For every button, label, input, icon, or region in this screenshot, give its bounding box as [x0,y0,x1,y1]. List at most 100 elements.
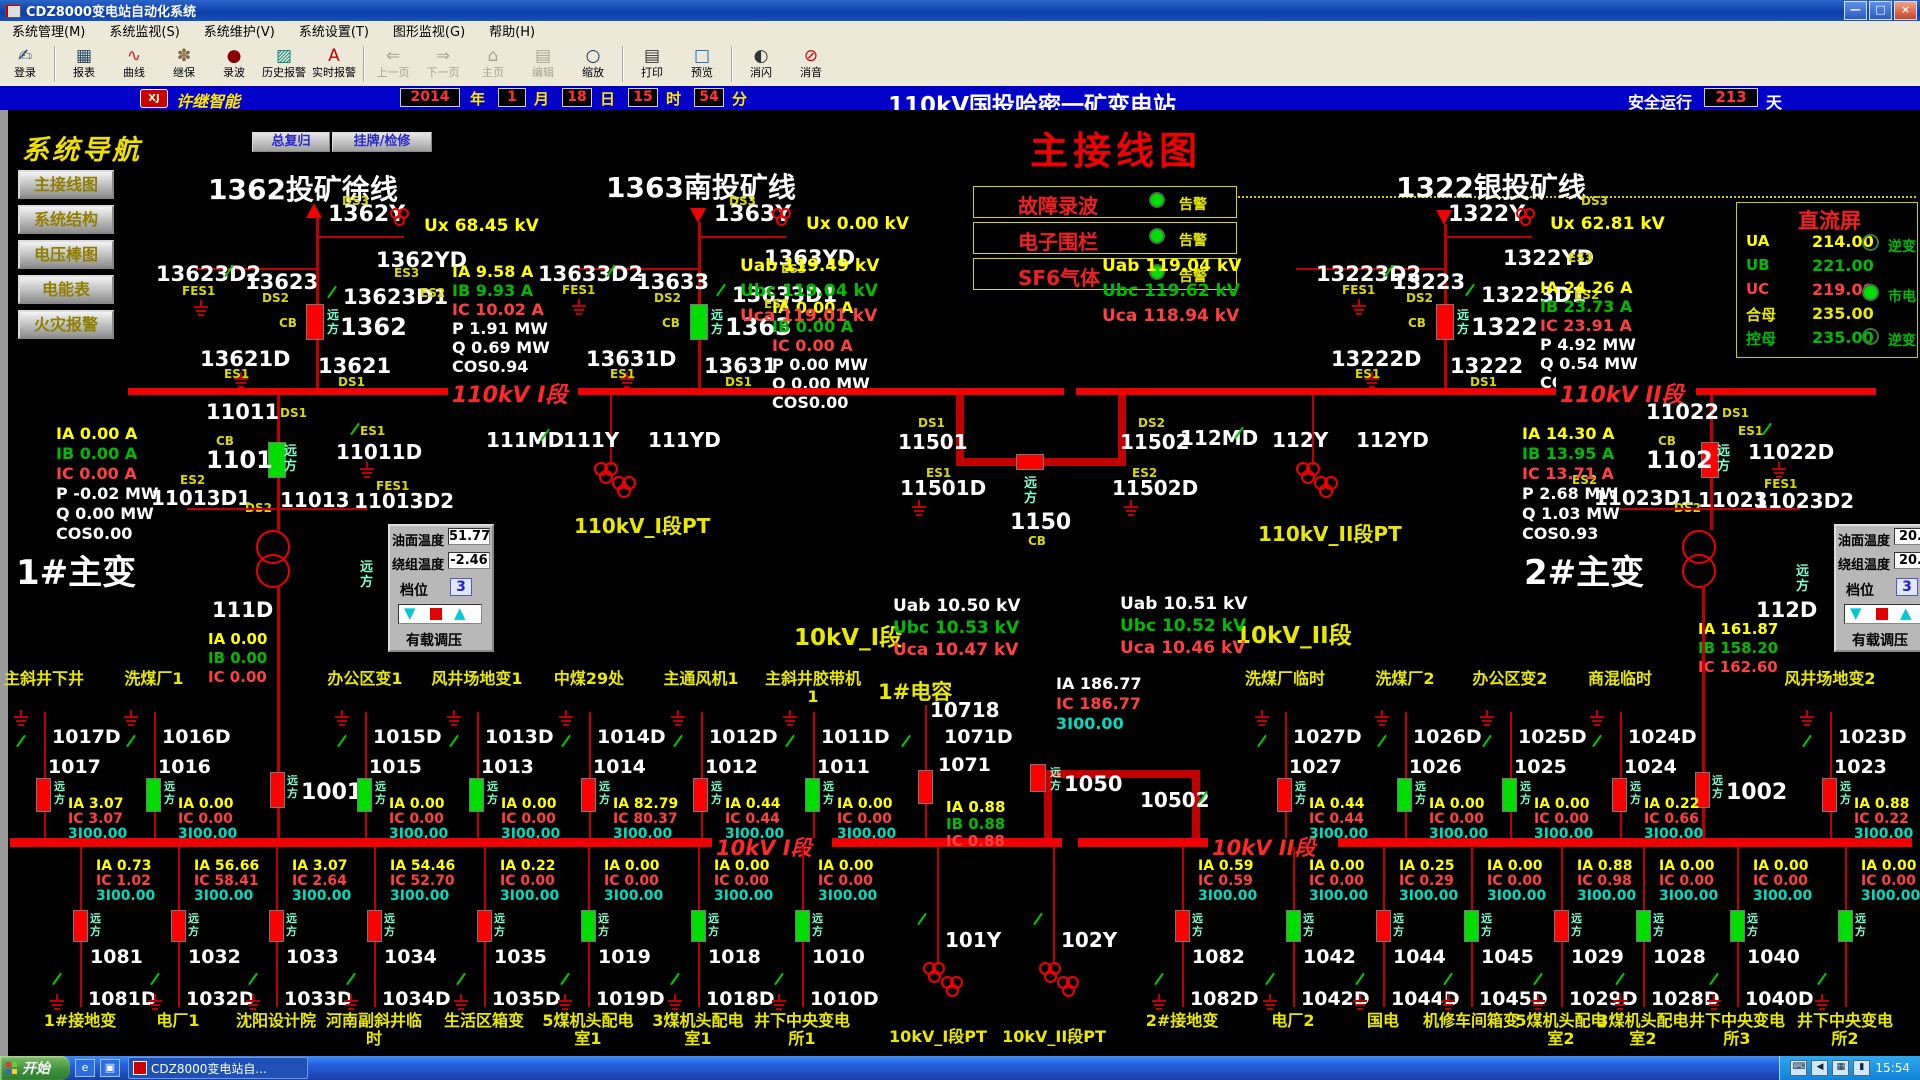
tap-down-button[interactable]: ▼ [404,604,416,622]
breaker-1071[interactable] [918,770,933,804]
disconnector-open-icon[interactable] [350,423,360,436]
menu-4[interactable]: 图形监视(G) [381,21,477,44]
sidebar-item-3[interactable]: 电压棒图 [18,240,114,269]
breaker-1028[interactable] [1636,910,1651,942]
minimize-button[interactable]: — [1844,1,1867,20]
sidebar-item-1[interactable]: 主接线图 [18,170,114,199]
maximize-button[interactable]: □ [1869,1,1892,20]
menu-5[interactable]: 帮助(H) [477,21,547,44]
disconnector-open-icon[interactable] [785,735,795,748]
toolbar-relay-button[interactable]: ✽继保 [159,44,209,79]
toolbar-report-button[interactable]: ▦报表 [59,44,109,79]
disconnector-open-icon[interactable] [248,973,258,986]
tap-down-button[interactable]: ▼ [1850,604,1862,622]
menu-1[interactable]: 系统监视(S) [97,21,191,44]
breaker-1034[interactable] [367,910,382,942]
breaker-1024[interactable] [1612,778,1627,812]
breaker-1040[interactable] [1730,910,1745,942]
tap-stop-button[interactable] [430,608,442,620]
database-tray-icon[interactable]: ▮ [1853,1060,1870,1076]
toolbar-mute-flash-button[interactable]: ◐消闪 [736,44,786,79]
breaker-1017[interactable] [36,778,51,812]
toolbar-mute-sound-button[interactable]: ⊘消音 [786,44,836,79]
menu-0[interactable]: 系统管理(M) [0,21,97,44]
toolbar-zoom-button[interactable]: ○缩放 [568,44,618,79]
keyboard-tray-icon[interactable]: ⌨ [1790,1060,1807,1076]
breaker-1082[interactable] [1175,910,1190,942]
disconnector-open-icon[interactable] [1355,973,1365,986]
disconnector-open-icon[interactable] [1817,973,1827,986]
disconnector-open-icon[interactable] [126,735,136,748]
disconnector-open-icon[interactable] [1443,973,1453,986]
breaker-1023[interactable] [1822,778,1837,812]
toolbar-login-button[interactable]: ✍登录 [0,44,50,79]
disconnector-open-icon[interactable] [52,973,62,986]
input-switch-tray-icon[interactable]: ◀ [1811,1060,1828,1076]
tap-up-button[interactable]: ▲ [1900,604,1912,622]
sidebar-item-4[interactable]: 电能表 [18,275,114,304]
breaker-x[interactable] [1838,910,1853,942]
disconnector-open-icon[interactable] [774,973,784,986]
tag-maintenance-button[interactable]: 挂牌/检修 [332,132,432,152]
disconnector-open-icon[interactable] [673,735,683,748]
disconnector-open-icon[interactable] [1257,735,1267,748]
breaker-1015[interactable] [357,778,372,812]
disconnector-open-icon[interactable] [560,973,570,986]
tap-stop-button[interactable] [1876,608,1888,620]
disconnector-open-icon[interactable] [670,973,680,986]
breaker-1013[interactable] [469,778,484,812]
tap-up-button[interactable]: ▲ [454,604,466,622]
breaker-1042[interactable] [1286,910,1301,942]
breaker-1014[interactable] [581,778,596,812]
breaker-1035[interactable] [477,910,492,942]
toolbar-realtime-alarm-button[interactable]: A实时报警 [309,44,359,79]
disconnector-open-icon[interactable] [1465,284,1475,297]
breaker-1032[interactable] [171,910,186,942]
breaker-1044[interactable] [1376,910,1391,942]
breaker-1011[interactable] [805,778,820,812]
disconnector-open-icon[interactable] [901,735,911,748]
menu-3[interactable]: 系统设置(T) [287,21,381,44]
disconnector-open-icon[interactable] [1762,423,1772,436]
breaker-1081[interactable] [73,910,88,942]
disconnector-open-icon[interactable] [16,735,26,748]
breaker-1012[interactable] [693,778,708,812]
breaker-1033[interactable] [269,910,284,942]
breaker-1027[interactable] [1277,778,1292,812]
breaker-1018[interactable] [691,910,706,942]
toolbar-wave-record-button[interactable]: ●录波 [209,44,259,79]
breaker-1016[interactable] [146,778,161,812]
network-tray-icon[interactable]: ▦ [1832,1060,1849,1076]
breaker-1029[interactable] [1554,910,1569,942]
disconnector-open-icon[interactable] [337,735,347,748]
close-button[interactable]: × [1894,1,1917,20]
breaker-1001[interactable] [270,772,285,808]
disconnector-open-icon[interactable] [1615,973,1625,986]
disconnector-open-icon[interactable] [561,735,571,748]
disconnector-open-icon[interactable] [150,973,160,986]
disconnector-open-icon[interactable] [1482,735,1492,748]
disconnector-open-icon[interactable] [917,913,927,926]
folder-icon[interactable]: ▣ [100,1059,120,1077]
breaker-1019[interactable] [581,910,596,942]
breaker-1050[interactable] [1030,764,1046,792]
disconnector-open-icon[interactable] [1377,735,1387,748]
disconnector-open-icon[interactable] [449,735,459,748]
disconnector-open-icon[interactable] [716,284,726,297]
disconnector-open-icon[interactable] [1033,913,1043,926]
sidebar-item-5[interactable]: 火灾报警 [18,310,114,339]
start-button[interactable]: 开始 [0,1056,70,1080]
disconnector-open-icon[interactable] [1154,973,1164,986]
disconnector-open-icon[interactable] [456,973,466,986]
disconnector-open-icon[interactable] [1265,973,1275,986]
breaker-1026[interactable] [1397,778,1412,812]
breaker-1150[interactable] [1016,454,1044,470]
disconnector-open-icon[interactable] [346,973,356,986]
menu-2[interactable]: 系统维护(V) [192,21,287,44]
toolbar-print-button[interactable]: ▤打印 [627,44,677,79]
toolbar-preview-button[interactable]: □预览 [677,44,727,79]
disconnector-open-icon[interactable] [327,286,337,299]
breaker-1322[interactable] [1436,304,1454,340]
disconnector-open-icon[interactable] [1592,735,1602,748]
breaker-1010[interactable] [795,910,810,942]
